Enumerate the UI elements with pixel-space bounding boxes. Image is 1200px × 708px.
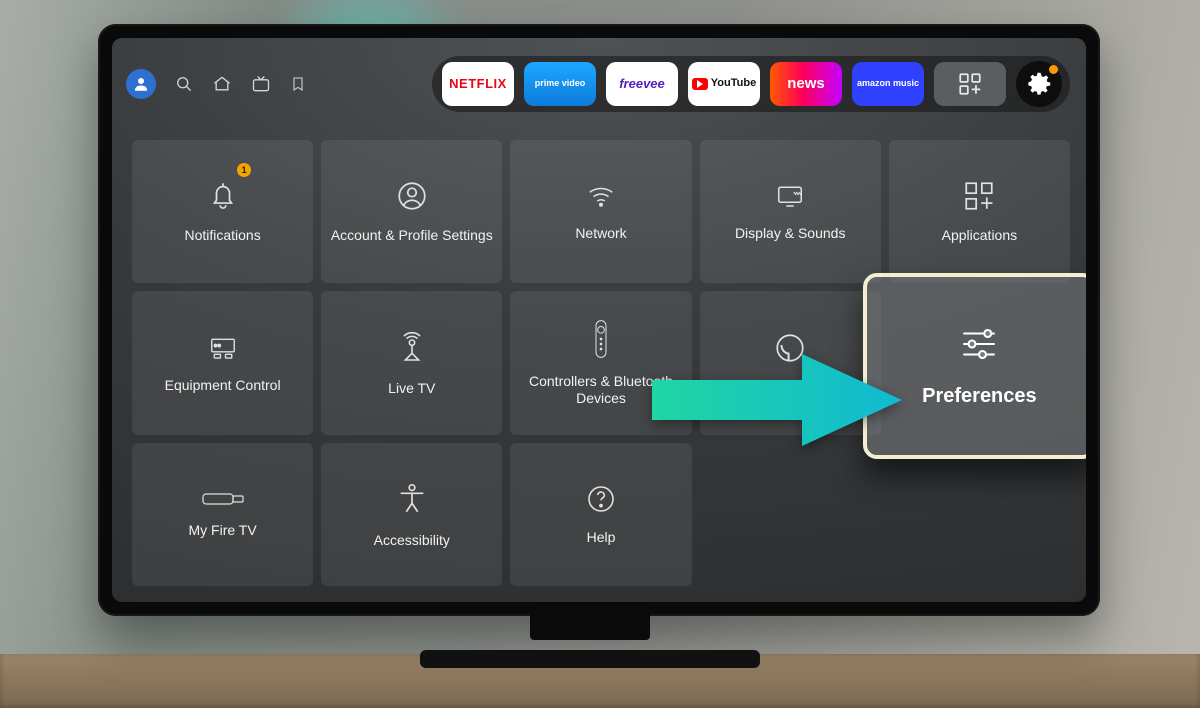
tile-label: Accessibility [374,532,450,549]
equipment-icon [203,333,243,363]
tile-label: Help [587,529,616,546]
sliders-icon [953,323,1005,365]
app-news[interactable]: news [770,62,842,106]
bookmark-icon[interactable] [290,74,306,94]
tile-label: Equipment Control [165,377,281,394]
accessibility-icon [395,480,429,518]
tile-alexa[interactable]: Alexa [700,291,881,434]
profile-button[interactable] [126,69,156,99]
tile-equipment[interactable]: Equipment Control [132,291,313,434]
tile-label: My Fire TV [188,522,256,539]
display-icon [770,181,810,211]
tile-label: Preferences [922,385,1037,408]
search-icon[interactable] [174,74,194,94]
tile-label: Display & Sounds [735,225,846,242]
tile-accessibility[interactable]: Accessibility [321,443,502,586]
settings-grid: 1 Notifications Account & Profile Settin… [132,140,1070,586]
tv-screen: NETFLIX prime video freevee YouTube news… [112,38,1086,602]
notification-badge: 1 [237,163,251,177]
tile-account[interactable]: Account & Profile Settings [321,140,502,283]
help-icon [585,483,617,515]
tile-myfiretv[interactable]: My Fire TV [132,443,313,586]
home-icon[interactable] [212,74,232,94]
empty-cell [889,443,1070,586]
live-tv-icon[interactable] [250,74,272,94]
tile-notifications[interactable]: 1 Notifications [132,140,313,283]
bell-icon [206,179,240,213]
account-icon [395,179,429,213]
tile-label: Alexa [773,379,808,396]
tile-label: Network [575,225,626,242]
app-netflix[interactable]: NETFLIX [442,62,514,106]
app-amazon-music[interactable]: amazon music [852,62,924,106]
apps-icon [962,179,996,213]
app-label: YouTube [711,78,756,90]
tile-preferences-wrapper: Preferences [889,291,1070,434]
settings-button[interactable] [1016,61,1062,107]
tile-display[interactable]: Display & Sounds [700,140,881,283]
app-strip: NETFLIX prime video freevee YouTube news… [432,56,1070,112]
youtube-play-icon [692,78,708,90]
tile-help[interactable]: Help [510,443,691,586]
tile-controllers[interactable]: Controllers & Bluetooth Devices [510,291,691,434]
tile-label: Notifications [184,227,260,244]
firetv-stick-icon [201,490,245,508]
tile-label: Controllers & Bluetooth Devices [518,373,683,407]
app-freevee[interactable]: freevee [606,62,678,106]
tv-frame: NETFLIX prime video freevee YouTube news… [98,24,1100,616]
app-prime-video[interactable]: prime video [524,62,596,106]
tile-label: Account & Profile Settings [331,227,493,244]
empty-cell [700,443,881,586]
remote-icon [591,319,611,359]
antenna-icon [396,330,428,366]
tile-label: Applications [942,227,1018,244]
top-bar: NETFLIX prime video freevee YouTube news… [122,56,1078,112]
apps-grid-button[interactable] [934,62,1006,106]
tv-stand [420,608,760,672]
nav-left [122,69,306,99]
notification-indicator-icon [1049,65,1058,74]
tile-label: Live TV [388,380,435,397]
tile-preferences[interactable]: Preferences [863,273,1086,458]
tile-livetv[interactable]: Live TV [321,291,502,434]
alexa-icon [773,331,807,365]
tile-applications[interactable]: Applications [889,140,1070,283]
tile-network[interactable]: Network [510,140,691,283]
wifi-icon [582,181,620,211]
app-youtube[interactable]: YouTube [688,62,760,106]
